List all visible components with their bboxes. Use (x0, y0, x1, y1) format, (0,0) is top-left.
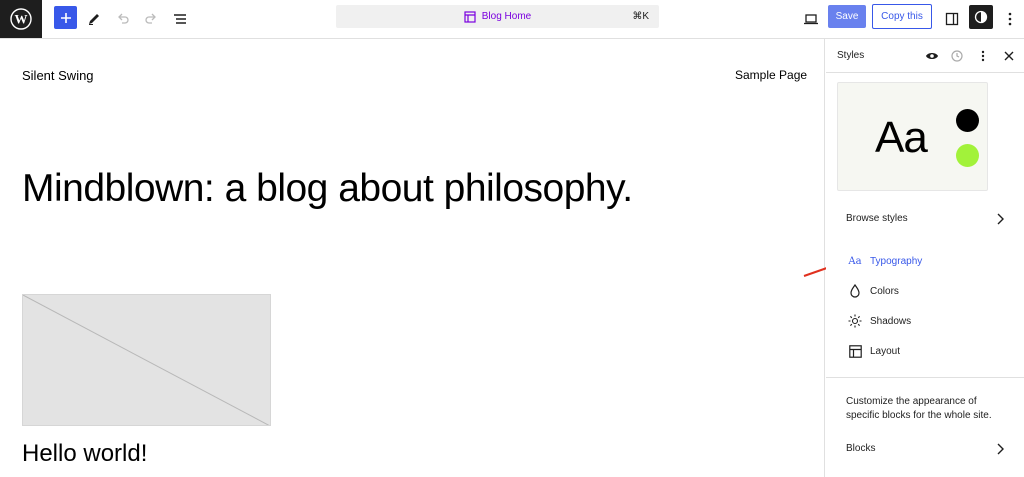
site-title[interactable]: Silent Swing (22, 68, 94, 83)
droplet-icon (848, 284, 862, 298)
sidebar-more-icon[interactable] (975, 48, 991, 64)
sidebar-title: Styles (837, 50, 865, 61)
svg-text:W: W (15, 12, 28, 27)
revisions-icon[interactable] (949, 48, 965, 64)
blocks-button[interactable]: Blocks (846, 443, 1004, 457)
more-options-icon[interactable] (998, 7, 1022, 31)
add-block-button[interactable] (54, 6, 77, 29)
preview-color-swatch (956, 109, 979, 132)
page-headline[interactable]: Mindblown: a blog about philosophy. (22, 167, 633, 211)
editor-canvas[interactable]: Silent Swing Sample Page Mindblown: a bl… (0, 39, 825, 477)
style-preview-card[interactable]: Aa (837, 82, 988, 191)
styles-sidebar: Styles Aa Browse styles Aa Typography Co… (826, 39, 1024, 477)
eye-icon[interactable] (924, 48, 940, 64)
sidebar-item-typography[interactable]: Aa Typography (848, 253, 922, 269)
copy-this-button[interactable]: Copy this (872, 4, 932, 29)
sidebar-header: Styles (826, 39, 1024, 73)
typography-icon: Aa (848, 255, 862, 267)
sidebar-item-label: Typography (870, 255, 923, 267)
command-palette-bar[interactable]: Blog Home ⌘K (336, 5, 659, 28)
layout-icon (848, 344, 862, 358)
edit-tool-icon[interactable] (82, 7, 106, 31)
redo-icon[interactable] (139, 7, 163, 31)
styles-contrast-icon[interactable] (969, 5, 993, 29)
close-icon[interactable] (1001, 48, 1017, 64)
device-preview-icon[interactable] (799, 7, 823, 31)
wordpress-logo-icon[interactable]: W (0, 0, 42, 38)
sidebar-item-label: Shadows (870, 315, 912, 327)
chevron-right-icon (997, 213, 1004, 225)
chevron-right-icon (997, 443, 1004, 455)
template-title: Blog Home (481, 11, 532, 22)
blocks-label: Blocks (846, 443, 876, 454)
template-icon (464, 10, 476, 23)
preview-color-swatch (956, 144, 979, 167)
nav-link-sample-page[interactable]: Sample Page (735, 68, 807, 82)
sidebar-divider (826, 377, 1024, 378)
undo-icon[interactable] (111, 7, 135, 31)
featured-image-placeholder[interactable] (22, 294, 271, 426)
blocks-description: Customize the appearance of specific blo… (846, 396, 992, 421)
browse-styles-label: Browse styles (846, 213, 908, 224)
post-title[interactable]: Hello world! (22, 440, 147, 468)
sidebar-item-colors[interactable]: Colors (848, 283, 899, 299)
document-overview-icon[interactable] (168, 7, 192, 31)
top-toolbar: W Blog Home ⌘K Save Copy this (0, 0, 1024, 39)
sun-icon (848, 314, 862, 328)
browse-styles-button[interactable]: Browse styles (846, 213, 1004, 227)
sidebar-item-label: Colors (870, 285, 899, 297)
sidebar-item-label: Layout (870, 345, 901, 357)
settings-sidebar-icon[interactable] (940, 7, 964, 31)
preview-typography-sample: Aa (875, 113, 928, 162)
save-button[interactable]: Save (828, 5, 866, 28)
keyboard-shortcut: ⌘K (632, 11, 649, 22)
sidebar-item-layout[interactable]: Layout (848, 343, 900, 359)
sidebar-item-shadows[interactable]: Shadows (848, 313, 911, 329)
